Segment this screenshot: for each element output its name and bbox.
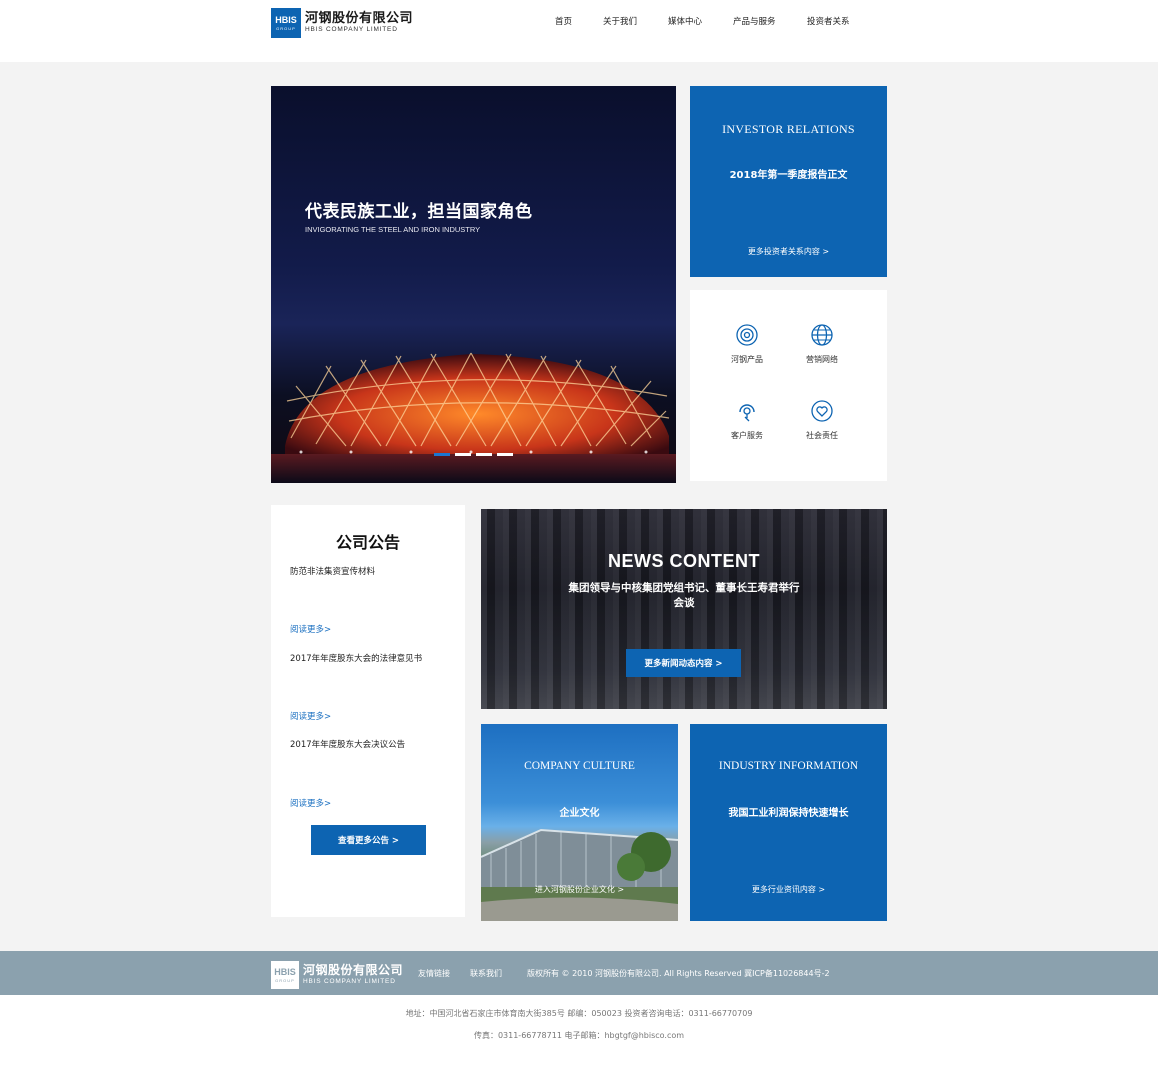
culture-heading: COMPANY CULTURE — [524, 760, 635, 772]
carousel-dot-3[interactable] — [476, 453, 492, 456]
notice-more-3[interactable]: 阅读更多> — [290, 797, 331, 809]
hero-title: 代表民族工业，担当国家角色 — [305, 202, 533, 222]
quick-link-responsibility[interactable]: 社会责任 — [792, 398, 852, 441]
culture-card[interactable]: COMPANY CULTURE 企业文化 进入河钢股份企业文化 > — [481, 724, 678, 921]
industry-card[interactable]: INDUSTRY INFORMATION 我国工业利润保持快速增长 更多行业资讯… — [690, 724, 887, 921]
news-title[interactable]: 集团领导与中核集团党组书记、董事长王寿君举行会谈 — [564, 581, 804, 610]
notice-panel: 公司公告 防范非法集资宣传材料 阅读更多> 2017年年度股东大会的法律意见书 … — [271, 505, 465, 917]
footer-link-contact[interactable]: 联系我们 — [470, 968, 502, 979]
footer-address: 地址：中国河北省石家庄市体育南大街385号 邮编：050023 投资者咨询电话：… — [405, 1009, 753, 1018]
nav-investors[interactable]: 投资者关系 — [807, 15, 867, 27]
site-logo[interactable]: HBIS GROUP 河钢股份有限公司 HBIS COMPANY LIMITED — [271, 8, 413, 38]
quick-link-service[interactable]: 客户服务 — [717, 398, 777, 441]
industry-title[interactable]: 我国工业利润保持快速增长 — [690, 804, 887, 819]
footer-copyright: 版权所有 © 2010 河钢股份有限公司. All Rights Reserve… — [527, 969, 830, 978]
notice-item-2[interactable]: 2017年年度股东大会的法律意见书 — [290, 652, 422, 664]
notice-item-1[interactable]: 防范非法集资宣传材料 — [290, 565, 375, 577]
site-header: HBIS GROUP 河钢股份有限公司 HBIS COMPANY LIMITED… — [0, 0, 1158, 62]
building-image — [481, 828, 678, 921]
notice-view-more-button[interactable]: 查看更多公告 > — [311, 825, 426, 855]
footer-logo[interactable]: HBIS GROUP 河钢股份有限公司 HBIS COMPANY LIMITED — [271, 961, 403, 989]
logo-name-cn: 河钢股份有限公司 — [305, 10, 414, 26]
carousel-indicators — [434, 453, 518, 456]
investor-relations-card[interactable]: INVESTOR RELATIONS 2018年第一季度报告正文 更多投资者关系… — [690, 86, 887, 277]
footer-logo-mark: HBIS GROUP — [271, 961, 299, 989]
nav-about[interactable]: 关于我们 — [603, 15, 668, 27]
footer-links: 友情链接 联系我们 — [418, 968, 522, 979]
nav-media[interactable]: 媒体中心 — [668, 15, 733, 27]
stadium-image — [271, 352, 676, 483]
investor-title[interactable]: 2018年第一季度报告正文 — [690, 166, 887, 181]
news-card[interactable]: NEWS CONTENT 集团领导与中核集团党组书记、董事长王寿君举行会谈 更多… — [481, 509, 887, 709]
footer-link-friends[interactable]: 友情链接 — [418, 968, 450, 979]
headset-icon — [739, 404, 755, 422]
quick-link-network[interactable]: 营销网络 — [792, 322, 852, 365]
quick-links-panel: 河钢产品 营销网络 客户服务 社会责任 — [690, 290, 887, 481]
footer-bar: HBIS GROUP 河钢股份有限公司 HBIS COMPANY LIMITED… — [0, 951, 1158, 995]
industry-heading: INDUSTRY INFORMATION — [718, 760, 859, 772]
carousel-dot-1[interactable] — [434, 453, 450, 456]
notice-item-3[interactable]: 2017年年度股东大会决议公告 — [290, 738, 405, 750]
notice-more-1[interactable]: 阅读更多> — [290, 623, 331, 635]
culture-title: 企业文化 — [559, 808, 600, 819]
logo-name-en: HBIS COMPANY LIMITED — [305, 26, 398, 34]
carousel-dot-2[interactable] — [455, 453, 471, 456]
hero-carousel[interactable]: 代表民族工业，担当国家角色 INVIGORATING THE STEEL AND… — [271, 86, 676, 483]
industry-more-link[interactable]: 更多行业资讯内容 > — [690, 884, 887, 895]
investor-heading: INVESTOR RELATIONS — [722, 122, 855, 136]
news-heading: NEWS CONTENT — [608, 551, 760, 571]
heart-icon — [811, 400, 833, 422]
carousel-dot-4[interactable] — [497, 453, 513, 456]
notice-heading: 公司公告 — [335, 533, 400, 552]
notice-more-2[interactable]: 阅读更多> — [290, 710, 331, 722]
footer-info: 地址：中国河北省石家庄市体育南大街385号 邮编：050023 投资者咨询电话：… — [0, 995, 1158, 1075]
quick-link-products[interactable]: 河钢产品 — [717, 322, 777, 365]
coil-icon — [736, 324, 758, 346]
nav-home[interactable]: 首页 — [555, 15, 603, 27]
investor-more-link[interactable]: 更多投资者关系内容 > — [690, 246, 887, 257]
nav-products[interactable]: 产品与服务 — [733, 15, 807, 27]
footer-contact: 传真：0311-66778711 电子邮箱：hbgtgf@hbisco.com — [473, 1031, 685, 1040]
logo-mark: HBIS GROUP — [271, 8, 301, 38]
culture-more-link[interactable]: 进入河钢股份企业文化 > — [481, 884, 678, 895]
globe-icon — [811, 324, 833, 346]
hero-subtitle: INVIGORATING THE STEEL AND IRON INDUSTRY — [305, 225, 481, 234]
news-more-button[interactable]: 更多新闻动态内容 > — [626, 649, 741, 677]
main-nav: 首页 关于我们 媒体中心 产品与服务 投资者关系 — [555, 15, 867, 27]
